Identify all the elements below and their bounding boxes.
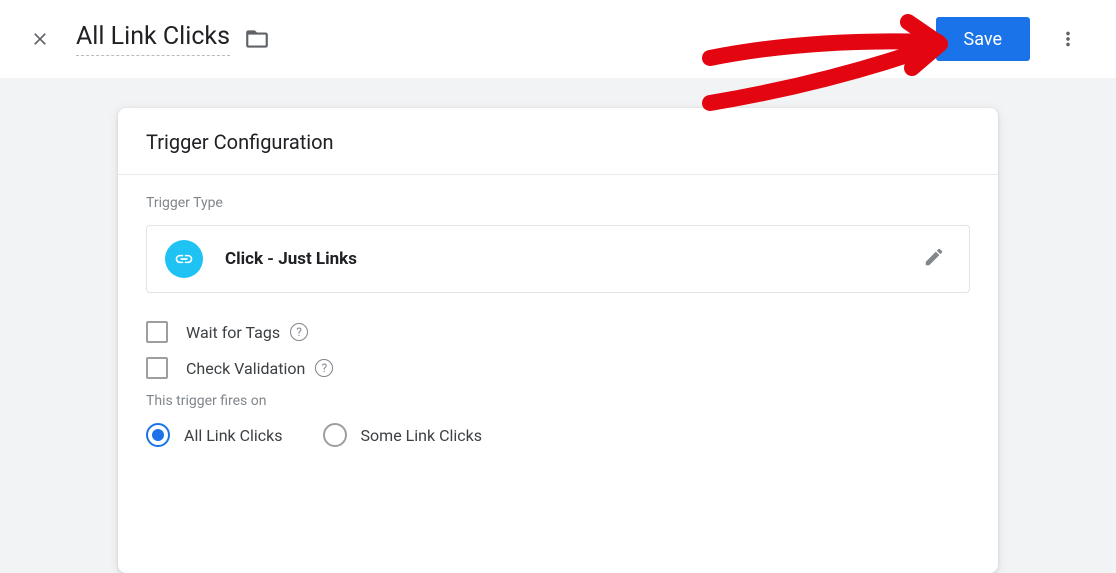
wait-help-icon[interactable]: ? bbox=[290, 323, 308, 341]
save-button[interactable]: Save bbox=[936, 17, 1031, 61]
radio-all-link-clicks[interactable]: All Link Clicks bbox=[146, 423, 283, 447]
trigger-type-selector[interactable]: Click - Just Links bbox=[146, 225, 970, 293]
check-validation-label: Check Validation bbox=[186, 359, 305, 378]
trigger-type-label: Trigger Type bbox=[146, 195, 970, 211]
fires-on-label: This trigger fires on bbox=[146, 393, 970, 409]
trigger-name-input[interactable]: All Link Clicks bbox=[76, 22, 230, 56]
wait-for-tags-checkbox[interactable] bbox=[146, 321, 168, 343]
edit-trigger-type-button[interactable] bbox=[917, 240, 951, 278]
trigger-type-value: Click - Just Links bbox=[225, 249, 917, 269]
wait-for-tags-label: Wait for Tags bbox=[186, 323, 280, 342]
folder-icon[interactable] bbox=[244, 26, 270, 52]
check-validation-checkbox[interactable] bbox=[146, 357, 168, 379]
close-button[interactable] bbox=[20, 19, 60, 59]
trigger-config-card: Trigger Configuration Trigger Type Click… bbox=[118, 108, 998, 573]
radio-icon bbox=[323, 423, 347, 447]
pencil-icon bbox=[923, 246, 945, 268]
radio-all-label: All Link Clicks bbox=[184, 426, 283, 445]
card-title: Trigger Configuration bbox=[118, 108, 998, 175]
radio-some-link-clicks[interactable]: Some Link Clicks bbox=[323, 423, 482, 447]
radio-some-label: Some Link Clicks bbox=[361, 426, 482, 445]
kebab-icon bbox=[1057, 28, 1079, 50]
validation-help-icon[interactable]: ? bbox=[315, 359, 333, 377]
more-options-button[interactable] bbox=[1048, 19, 1088, 59]
radio-icon bbox=[146, 423, 170, 447]
close-icon bbox=[30, 29, 50, 49]
link-icon bbox=[165, 240, 203, 278]
